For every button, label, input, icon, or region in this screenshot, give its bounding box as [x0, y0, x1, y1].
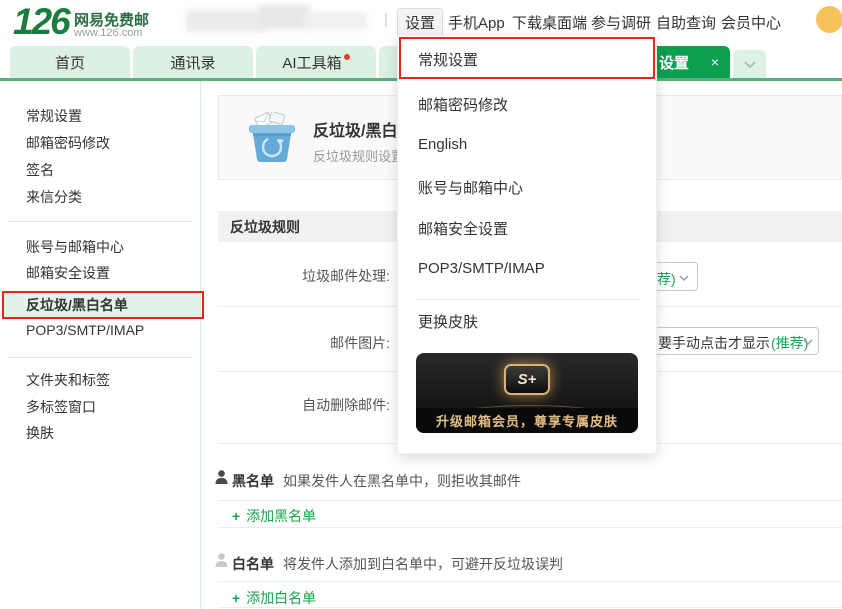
add-whitelist-button[interactable]: + 添加白名单 [232, 588, 316, 608]
whitelist-title: 白名单 [232, 554, 274, 574]
member-skin-banner[interactable]: S+ 升级邮箱会员，尊享专属皮肤 [416, 353, 638, 433]
tab-contacts-label: 通讯录 [170, 52, 215, 73]
plus-icon: + [232, 590, 240, 606]
whitelist-person-icon [215, 553, 228, 570]
chevron-down-icon [744, 61, 756, 68]
sidebar-item-change-skin[interactable]: 换肤 [26, 423, 186, 443]
whitelist-desc: 将发件人添加到白名单中，可避开反垃圾误判 [283, 554, 563, 574]
sidebar-divider [200, 81, 201, 609]
menu-item-password-change[interactable]: 邮箱密码修改 [418, 94, 638, 118]
sidebar-item-folders-tags[interactable]: 文件夹和标签 [26, 370, 186, 390]
menu-item-change-skin[interactable]: 更换皮肤 [418, 311, 638, 335]
logo-126: 126 [13, 1, 69, 42]
nav-settings[interactable]: 设置 [397, 8, 443, 37]
sidebar-item-signature[interactable]: 签名 [26, 160, 186, 180]
spam-settings-icon [243, 112, 301, 167]
sidebar-item-mail-classification[interactable]: 来信分类 [26, 187, 186, 207]
redacted-email-address [180, 2, 375, 42]
nav-divider: | [384, 11, 388, 28]
nav-desktop-download[interactable]: 下载桌面端 [512, 12, 587, 33]
sidebar-item-password-change[interactable]: 邮箱密码修改 [26, 133, 186, 153]
banner-caption: 升级邮箱会员，尊享专属皮肤 [416, 408, 638, 433]
settings-dropdown-menu: 常规设置 邮箱密码修改 English 账号与邮箱中心 邮箱安全设置 POP3/… [397, 35, 657, 454]
plus-icon: + [232, 508, 240, 524]
notification-dot-icon [344, 54, 350, 60]
blacklist-person-icon [215, 470, 228, 487]
blacklist-title: 黑名单 [232, 471, 274, 491]
blacklist-desc: 如果发件人在黑名单中，则拒收其邮件 [283, 471, 521, 491]
label-mail-images: 邮件图片: [218, 333, 390, 353]
add-blacklist-button[interactable]: + 添加黑名单 [232, 506, 316, 526]
sidebar-separator-2 [8, 357, 192, 358]
blacklist-separator-bottom [218, 527, 842, 528]
menu-item-account-center[interactable]: 账号与邮箱中心 [418, 177, 638, 201]
sidebar-item-mail-security[interactable]: 邮箱安全设置 [26, 263, 186, 283]
add-whitelist-label: 添加白名单 [246, 590, 316, 606]
label-spam-handling: 垃圾邮件处理: [218, 266, 390, 286]
menu-item-mail-security[interactable]: 邮箱安全设置 [418, 218, 638, 242]
page-subtitle: 反垃圾规则设置 [313, 146, 404, 165]
s-plus-label: S+ [518, 371, 537, 388]
sidebar-item-account-center[interactable]: 账号与邮箱中心 [26, 237, 186, 257]
chevron-down-icon [803, 339, 813, 345]
s-plus-badge-icon: S+ [504, 364, 550, 395]
brand-logo[interactable]: 126 [13, 1, 69, 43]
tab-settings-label: 设置 [659, 52, 689, 73]
tab-home-label: 首页 [55, 52, 85, 73]
nav-self-service[interactable]: 自助查询 [656, 12, 716, 33]
tab-ai-toolbox[interactable]: AI工具箱 [256, 46, 376, 78]
tab-contacts[interactable]: 通讯录 [133, 46, 253, 78]
nav-mobile-app[interactable]: 手机App [448, 12, 505, 33]
menu-item-pop3-smtp-imap[interactable]: POP3/SMTP/IMAP [418, 260, 638, 284]
sidebar-item-pop3-smtp-imap[interactable]: POP3/SMTP/IMAP [26, 322, 186, 342]
sidebar-item-antispam-selected[interactable]: 反垃圾/黑白名单 [26, 295, 186, 315]
whitelist-separator-bottom [218, 607, 842, 608]
menu-item-general-settings[interactable]: 常规设置 [418, 49, 638, 73]
nav-member-center[interactable]: 会员中心 [721, 12, 781, 33]
brand-url: www.126.com [74, 27, 142, 39]
tab-home[interactable]: 首页 [10, 46, 130, 78]
sidebar-separator-1 [8, 221, 192, 222]
label-auto-delete: 自动删除邮件: [218, 395, 390, 415]
tab-ai-toolbox-label: AI工具箱 [282, 52, 341, 73]
chevron-down-icon [679, 275, 689, 281]
tab-more-button[interactable] [733, 50, 766, 78]
tab-close-icon[interactable]: × [711, 54, 719, 70]
menu-item-english[interactable]: English [418, 136, 638, 160]
sidebar-item-general-settings[interactable]: 常规设置 [26, 106, 186, 126]
spam-handling-value: 荐) [657, 269, 676, 289]
nav-survey[interactable]: 参与调研 [591, 12, 651, 33]
blacklist-separator-top [218, 500, 842, 501]
add-blacklist-label: 添加黑名单 [246, 508, 316, 524]
mail-images-value: 要手动点击才显示 [658, 333, 770, 353]
user-avatar[interactable] [816, 6, 842, 33]
section-title: 反垃圾规则 [230, 217, 300, 237]
whitelist-separator-top [218, 581, 842, 582]
menu-separator [416, 299, 640, 300]
sidebar-item-multitab-window[interactable]: 多标签窗口 [26, 397, 186, 417]
